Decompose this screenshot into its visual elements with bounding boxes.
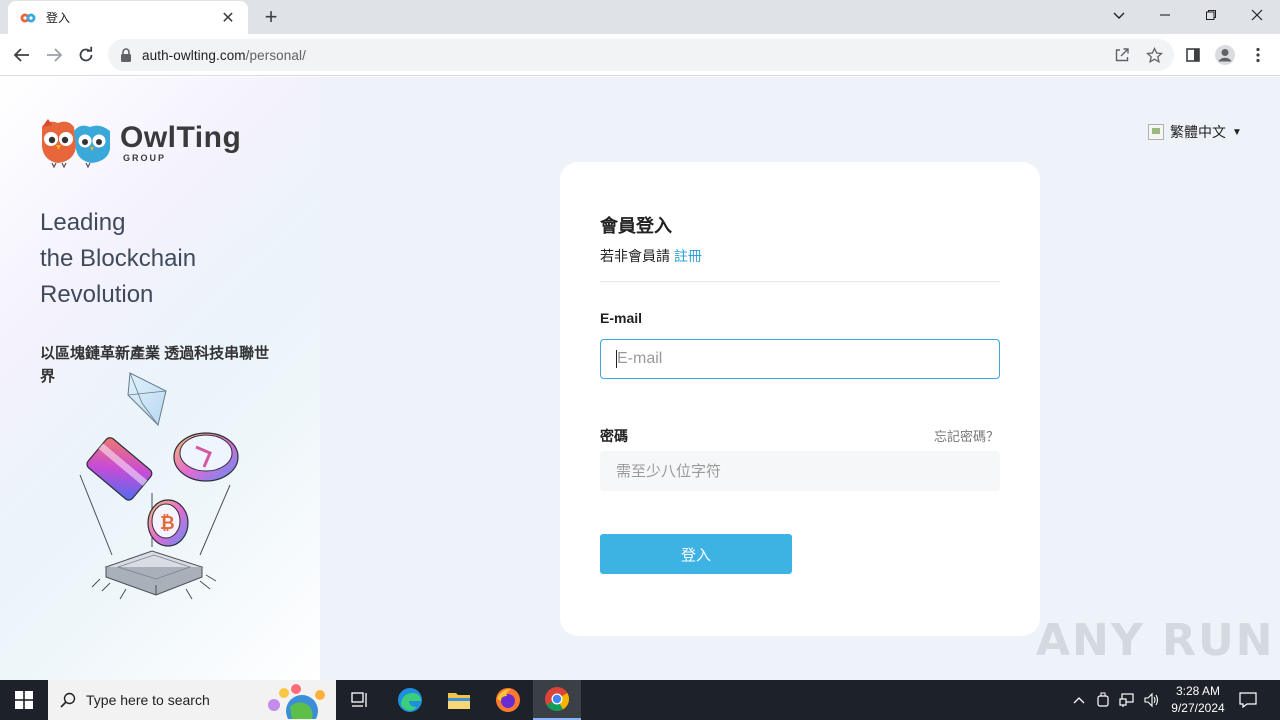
tagline-line-3: Revolution xyxy=(40,281,154,308)
login-button[interactable]: 登入 xyxy=(600,534,792,574)
tagline-line-2: the Blockchain xyxy=(40,245,197,272)
browser-tab-strip: 登入 ✕ + xyxy=(0,0,1280,34)
browser-toolbar: auth-owlting.com/personal/ xyxy=(0,34,1280,76)
back-icon[interactable] xyxy=(7,40,37,70)
tab-close-icon[interactable]: ✕ xyxy=(218,8,238,28)
register-link[interactable]: 註冊 xyxy=(674,248,702,264)
flag-icon xyxy=(1148,124,1164,140)
tab-search-chevron-icon[interactable] xyxy=(1096,0,1142,30)
forward-icon[interactable] xyxy=(39,40,69,70)
logo-name: OwlTing xyxy=(120,121,242,154)
url-domain: auth-owlting.com xyxy=(142,47,246,63)
bookmark-star-icon[interactable] xyxy=(1144,45,1164,65)
email-field[interactable] xyxy=(600,339,1000,379)
tagline-line-1: Leading xyxy=(40,209,126,236)
register-prompt-text: 若非會員請 xyxy=(600,248,670,264)
windows-taskbar: Type here to search 3:28 AM 9/27/2024 xyxy=(0,680,1280,720)
email-label: E-mail xyxy=(600,310,643,326)
volume-icon[interactable] xyxy=(1140,680,1162,720)
address-bar[interactable]: auth-owlting.com/personal/ xyxy=(108,39,1174,71)
brand-panel: OwlTing GROUP Leading the Blockchain Rev… xyxy=(0,77,320,680)
tagline: Leading the Blockchain Revolution xyxy=(40,205,196,313)
url-path: /personal/ xyxy=(245,47,306,63)
restore-icon[interactable] xyxy=(1188,0,1234,30)
blockchain-illustration: ₿ xyxy=(79,372,239,600)
file-explorer-icon[interactable] xyxy=(435,680,483,720)
owls-logo-icon xyxy=(42,119,110,169)
new-tab-button[interactable]: + xyxy=(258,4,284,30)
minimize-icon[interactable] xyxy=(1142,0,1188,30)
usb-device-icon[interactable] xyxy=(1092,680,1114,720)
clock-date: 9/27/2024 xyxy=(1171,701,1225,715)
lock-icon[interactable] xyxy=(120,48,132,62)
password-label: 密碼 xyxy=(600,428,628,444)
login-title: 會員登入 xyxy=(600,216,672,236)
register-prompt: 若非會員請 註冊 xyxy=(600,246,702,266)
text-cursor xyxy=(616,350,617,368)
owlting-favicon-icon xyxy=(20,13,36,22)
share-icon[interactable] xyxy=(1112,45,1132,65)
side-panel-icon[interactable] xyxy=(1180,42,1206,68)
chrome-menu-icon[interactable] xyxy=(1245,42,1271,68)
chrome-icon[interactable] xyxy=(533,680,581,720)
login-card: 會員登入 若非會員請 註冊 E-mail 密碼 忘記密碼？ 登入 xyxy=(560,162,1040,636)
logo-subtitle: GROUP xyxy=(123,153,167,163)
owlting-logo[interactable]: OwlTing GROUP xyxy=(38,117,241,169)
svg-text:₿: ₿ xyxy=(160,513,175,534)
reload-icon[interactable] xyxy=(71,40,101,70)
divider xyxy=(600,281,1000,282)
search-icon xyxy=(60,692,76,708)
dropdown-caret-icon: ▼ xyxy=(1232,126,1242,138)
firefox-icon[interactable] xyxy=(484,680,532,720)
task-view-icon[interactable] xyxy=(336,680,384,720)
url-text: auth-owlting.com/personal/ xyxy=(142,48,306,63)
forgot-password-link[interactable]: 忘記密碼？ xyxy=(934,426,999,445)
network-icon[interactable] xyxy=(1116,680,1138,720)
profile-avatar-icon[interactable] xyxy=(1212,42,1238,68)
password-field[interactable] xyxy=(600,451,1000,491)
system-clock[interactable]: 3:28 AM 9/27/2024 xyxy=(1160,683,1236,717)
start-button[interactable] xyxy=(0,680,48,720)
anyrun-watermark: ANY RUN xyxy=(1036,615,1275,666)
close-window-icon[interactable] xyxy=(1234,0,1280,30)
edge-browser-icon[interactable] xyxy=(386,680,434,720)
browser-tab-active[interactable]: 登入 ✕ xyxy=(8,1,248,34)
language-label: 繁體中文 xyxy=(1170,124,1226,140)
page-content: OwlTing GROUP Leading the Blockchain Rev… xyxy=(0,77,1280,680)
windows-logo-icon xyxy=(15,691,33,709)
notifications-icon[interactable] xyxy=(1234,680,1262,720)
taskbar-search-placeholder: Type here to search xyxy=(86,692,210,708)
tab-title: 登入 xyxy=(46,11,71,25)
clock-time: 3:28 AM xyxy=(1175,684,1221,698)
search-highlight-icon xyxy=(268,684,325,719)
tray-overflow-chevron-icon[interactable] xyxy=(1068,680,1090,720)
language-selector[interactable]: 繁體中文 ▼ xyxy=(1148,122,1242,142)
taskbar-search-box[interactable]: Type here to search xyxy=(48,680,336,720)
